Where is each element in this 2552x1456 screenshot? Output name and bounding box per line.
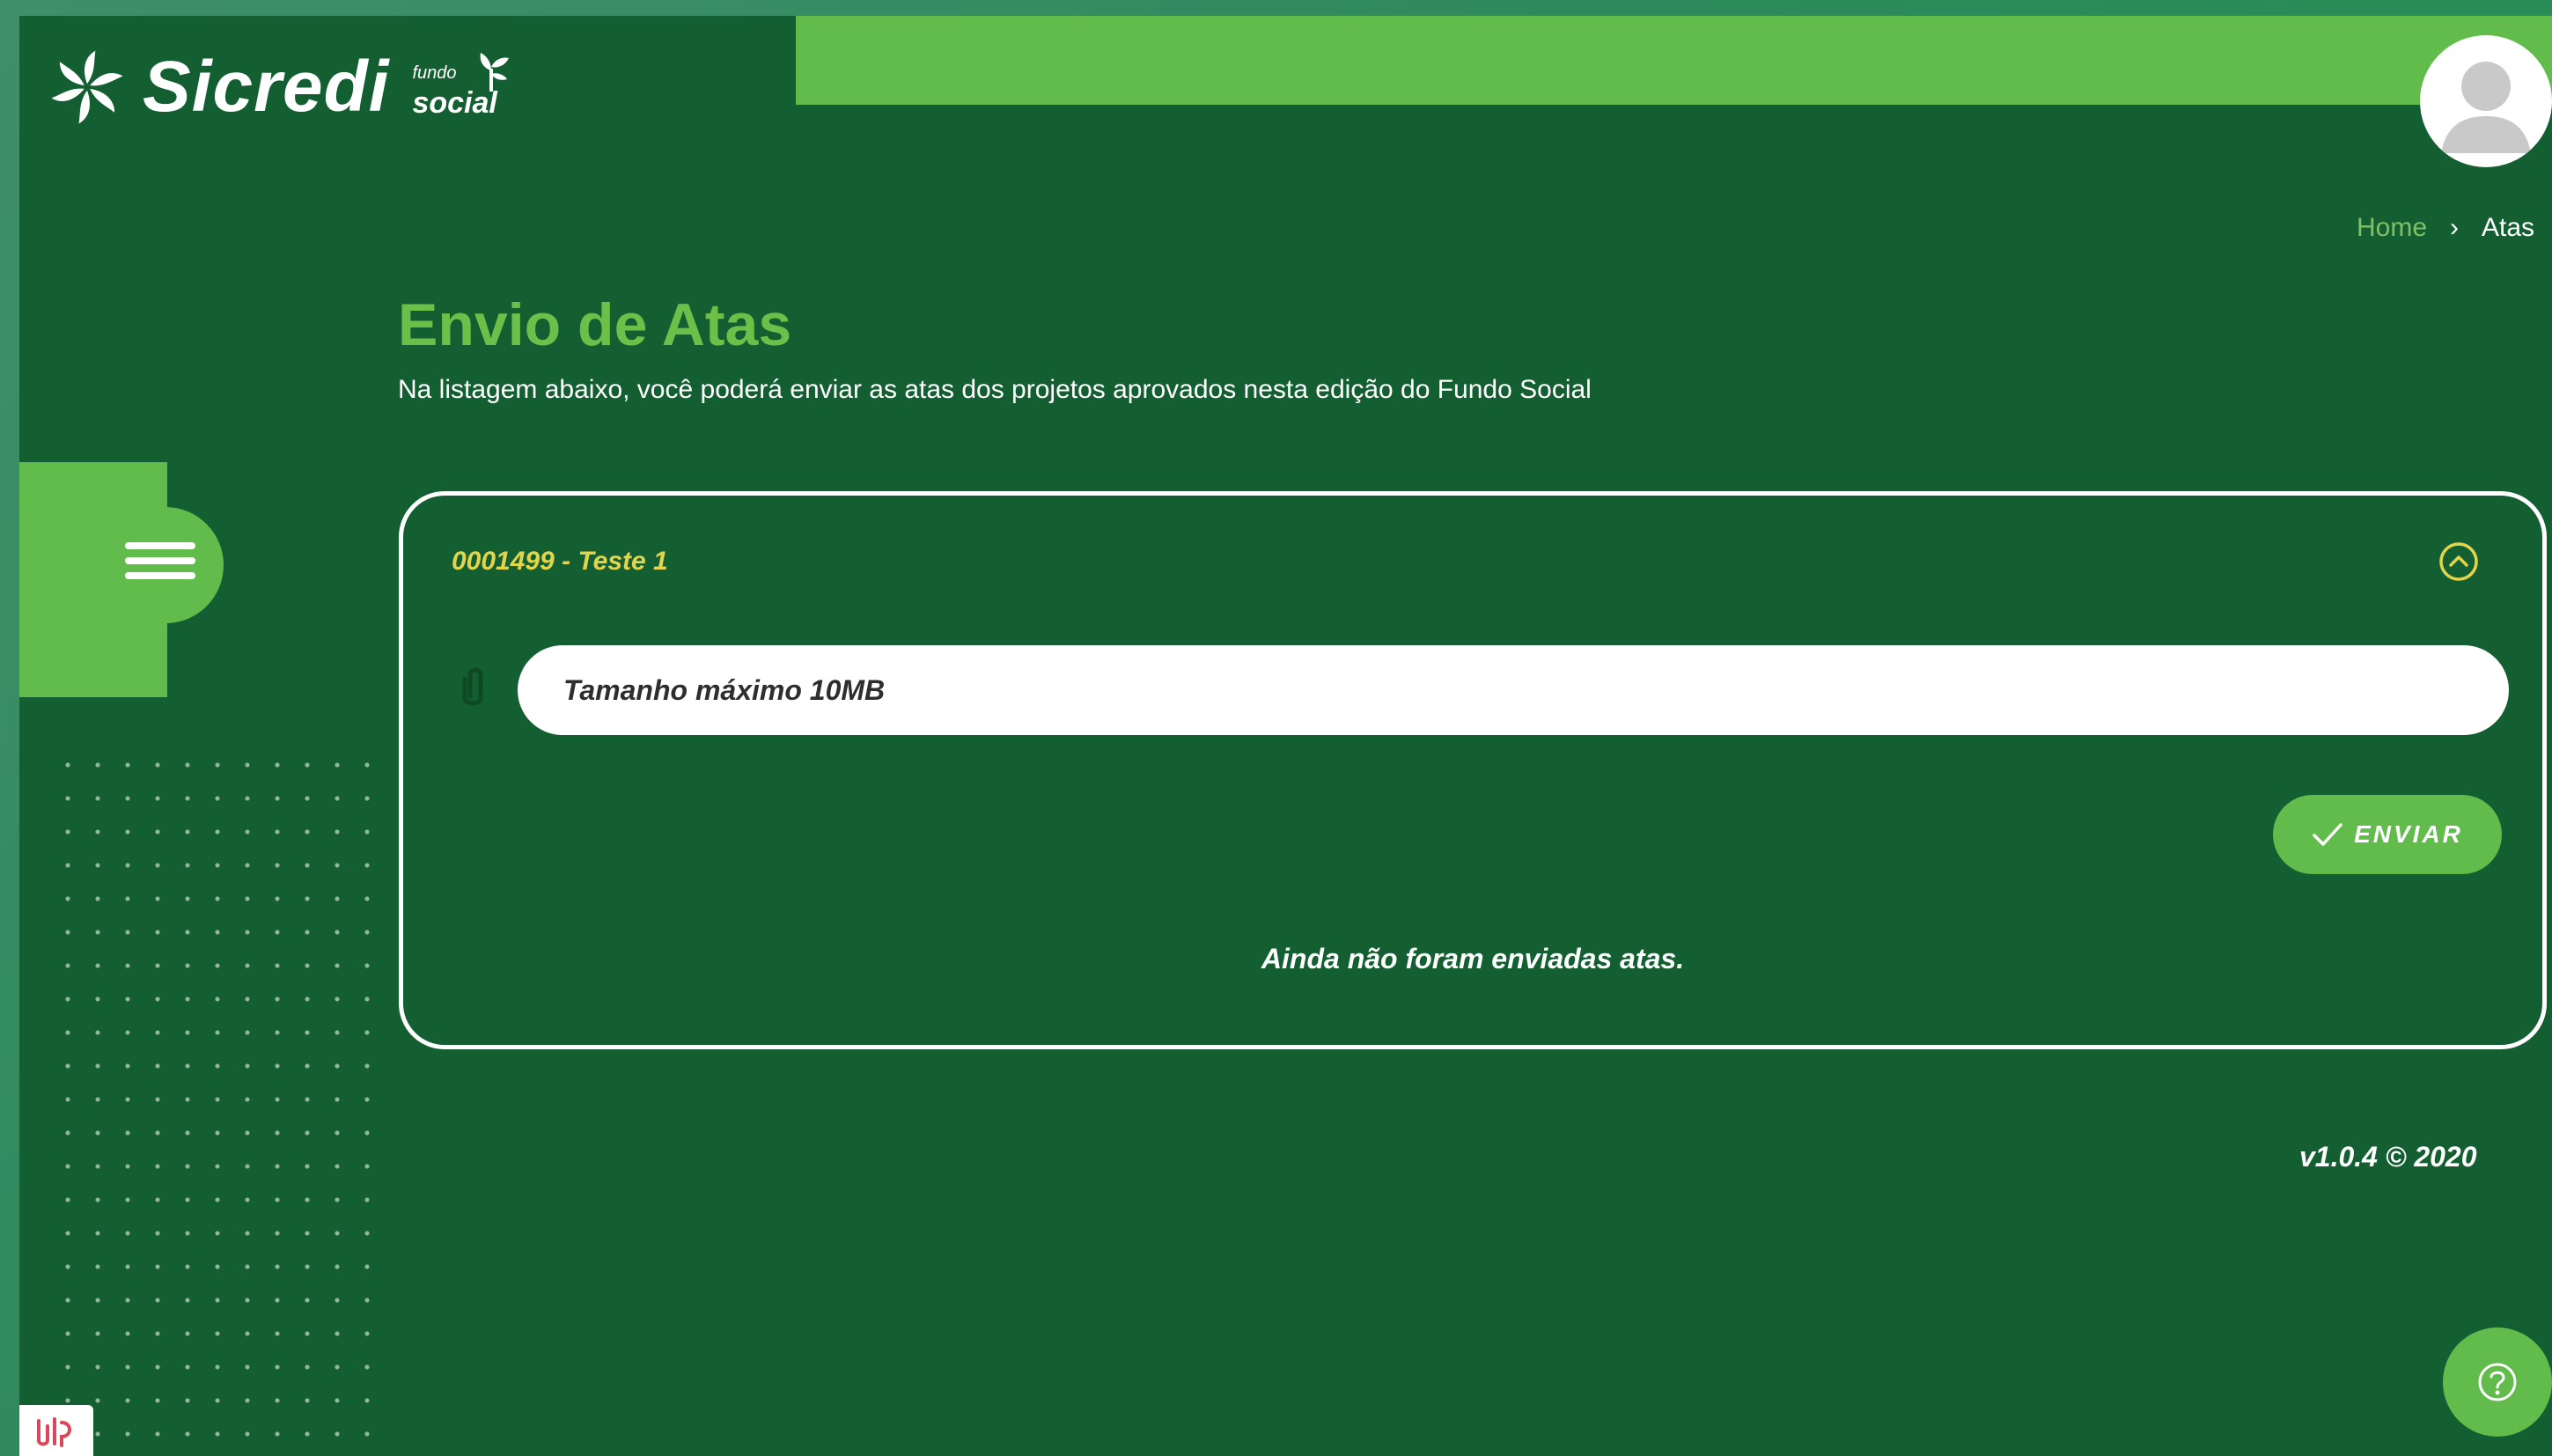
page-title: Envio de Atas [398, 291, 792, 358]
help-button[interactable] [2443, 1327, 2552, 1437]
breadcrumb-separator: › [2450, 213, 2460, 242]
question-circle-icon [2478, 1363, 2517, 1401]
brand-logo[interactable]: Sicredi fundo social [46, 46, 518, 129]
checkmark-icon [2313, 823, 2342, 846]
chevron-up-circle-icon[interactable] [2438, 541, 2479, 582]
sprout-icon [481, 53, 510, 92]
breadcrumb-home-link[interactable]: Home [2357, 213, 2427, 243]
hamburger-menu-icon[interactable] [125, 542, 195, 586]
paperclip-icon [462, 667, 483, 706]
send-button[interactable]: ENVIAR [2273, 795, 2502, 874]
breadcrumb-current: Atas [2482, 213, 2535, 242]
brand-sub-line1: fundo [412, 63, 457, 83]
fundo-social-logo: fundo social [412, 48, 518, 127]
page-description: Na listagem abaixo, você poderá enviar a… [398, 375, 1592, 404]
breadcrumb: Home › Atas [2357, 213, 2534, 243]
send-button-label: ENVIAR [2354, 820, 2463, 848]
empty-state-message: Ainda não foram enviadas atas. [1261, 943, 1685, 974]
user-avatar-icon [2441, 62, 2531, 153]
project-header[interactable]: 0001499 - Teste 1 [452, 547, 668, 577]
corner-badge[interactable] [19, 1405, 93, 1456]
file-upload-input[interactable] [518, 645, 2509, 735]
badge-logo-icon [37, 1417, 71, 1447]
top-bar [796, 16, 2552, 105]
sicredi-logo-icon [51, 50, 123, 124]
project-card: 0001499 - Teste 1 ENVIAR Ainda não foram… [399, 491, 2547, 1049]
version-label: v1.0.4 © 2020 [2299, 1141, 2477, 1173]
user-avatar[interactable] [2420, 35, 2552, 167]
decorative-dot-pattern [53, 748, 370, 1452]
brand-name: Sicredi [143, 47, 390, 127]
app-screen: Sicredi fundo social Home › Atas Envio d… [19, 16, 2552, 1456]
